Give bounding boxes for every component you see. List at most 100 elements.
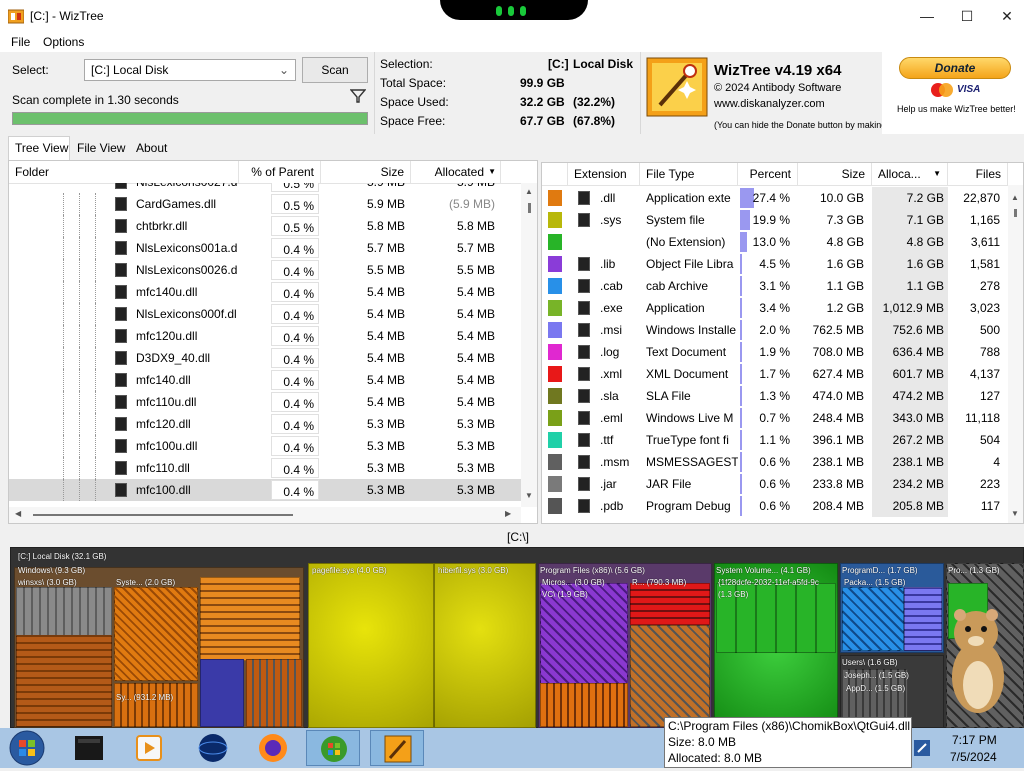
media-player-icon[interactable] — [122, 730, 176, 766]
scroll-up-icon[interactable]: ▲ — [1011, 193, 1019, 202]
table-row[interactable]: .log Text Document 1.9 % 708.0 MB 636.4 MB 78… — [542, 341, 1008, 363]
tree-vertical-scrollbar[interactable]: ▲ ▼ — [521, 183, 537, 507]
table-row[interactable]: .cab cab Archive 3.1 % 1.1 GB 1.1 GB 278 — [542, 275, 1008, 297]
col-ext-allocated[interactable]: Alloca... ▼ — [872, 163, 948, 185]
file-size: 5.9 MB — [366, 197, 405, 211]
treemap-system[interactable] — [114, 587, 198, 681]
table-row[interactable]: mfc140u.dll 0.4 % 5.4 MB 5.4 MB — [9, 281, 521, 303]
table-row[interactable]: .exe Application 3.4 % 1.2 GB 1,012.9 MB 3,02… — [542, 297, 1008, 319]
scroll-thumb[interactable] — [1014, 209, 1017, 217]
table-row[interactable]: .sla SLA File 1.3 % 474.0 MB 474.2 MB 127 — [542, 385, 1008, 407]
scroll-down-icon[interactable]: ▼ — [1011, 509, 1019, 518]
windows-explorer-icon[interactable] — [306, 730, 360, 766]
firefox-icon[interactable] — [246, 730, 300, 766]
scroll-left-icon[interactable]: ◀ — [15, 509, 21, 518]
treemap-mixed-block[interactable] — [246, 659, 302, 727]
treemap-sy[interactable] — [114, 683, 198, 727]
maximize-button[interactable]: ☐ — [952, 6, 982, 26]
scroll-thumb[interactable] — [528, 203, 531, 213]
ext-vertical-scrollbar[interactable]: ▲ ▼ — [1008, 185, 1023, 523]
treemap-packa[interactable] — [842, 587, 904, 651]
col-size[interactable]: Size — [321, 161, 411, 183]
percent: 1.7 % — [759, 367, 790, 381]
treemap-pd-sub[interactable] — [904, 587, 942, 651]
wiztree-taskbar-icon[interactable] — [370, 730, 424, 766]
col-allocated[interactable]: Allocated ▼ — [411, 161, 501, 183]
table-row[interactable]: mfc140.dll 0.4 % 5.4 MB 5.4 MB — [9, 369, 521, 391]
table-row[interactable]: NlsLexicons0026.d 0.4 % 5.5 MB 5.5 MB — [9, 259, 521, 281]
table-row[interactable]: .msm MSMESSAGESTC 0.6 % 238.1 MB 238.1 MB 4 — [542, 451, 1008, 473]
treemap-hiberfil[interactable] — [434, 563, 536, 728]
table-row[interactable]: D3DX9_40.dll 0.4 % 5.4 MB 5.4 MB — [9, 347, 521, 369]
table-row[interactable]: .ttf TrueType font fi 1.1 % 396.1 MB 267.2 M… — [542, 429, 1008, 451]
table-row[interactable]: .dll Application exte 27.4 % 10.0 GB 7.2 GB 2… — [542, 187, 1008, 209]
treemap-pagefile[interactable] — [308, 563, 434, 728]
table-row[interactable]: NlsLexicons001a.d 0.4 % 5.7 MB 5.7 MB — [9, 237, 521, 259]
treemap-r[interactable] — [630, 583, 710, 625]
filter-icon[interactable] — [349, 88, 367, 104]
col-percent[interactable]: Percent — [738, 163, 798, 185]
visa-icon: VISA — [957, 84, 981, 95]
table-row[interactable]: .eml Windows Live M 0.7 % 248.4 MB 343.0 MB 1… — [542, 407, 1008, 429]
table-row[interactable]: (No Extension) 13.0 % 4.8 GB 4.8 GB 3,611 — [542, 231, 1008, 253]
tab-about[interactable]: About — [136, 141, 167, 155]
table-row[interactable]: .sys System file 19.9 % 7.3 GB 7.1 GB 1,165 — [542, 209, 1008, 231]
file-size: 5.7 MB — [366, 241, 405, 255]
table-row[interactable]: .msi Windows Installe 2.0 % 762.5 MB 752.6 M… — [542, 319, 1008, 341]
taskbar-app-icon[interactable] — [62, 730, 116, 766]
table-row[interactable]: mfc100.dll 0.4 % 5.3 MB 5.3 MB — [9, 479, 521, 501]
treemap-pf-orange[interactable] — [540, 683, 628, 727]
hscroll-thumb[interactable] — [33, 514, 293, 516]
table-row[interactable]: mfc110.dll 0.4 % 5.3 MB 5.3 MB — [9, 457, 521, 479]
table-row[interactable]: mfc120u.dll 0.4 % 5.4 MB 5.4 MB — [9, 325, 521, 347]
website-link[interactable]: www.diskanalyzer.com — [714, 98, 825, 110]
table-row[interactable]: CardGames.dll 0.5 % 5.9 MB (5.9 MB) — [9, 193, 521, 215]
treemap-winsxs-sub[interactable] — [16, 635, 112, 727]
tree-horizontal-scrollbar[interactable]: ◀ ▶ — [9, 507, 521, 523]
table-row[interactable]: .pdb Program Debug 0.6 % 208.4 MB 205.8 MB 11… — [542, 495, 1008, 517]
scroll-up-icon[interactable]: ▲ — [525, 187, 533, 196]
table-row[interactable]: .xml XML Document 1.7 % 627.4 MB 601.7 MB 4,1… — [542, 363, 1008, 385]
menu-options[interactable]: Options — [43, 35, 84, 49]
scroll-down-icon[interactable]: ▼ — [525, 491, 533, 500]
file-allocated: 5.7 MB — [456, 241, 495, 255]
file-count: 500 — [979, 323, 1000, 337]
table-row[interactable]: chtbrkr.dll 0.5 % 5.8 MB 5.8 MB — [9, 215, 521, 237]
tab-file-view[interactable]: File View — [77, 141, 125, 155]
network-tray-icon[interactable] — [910, 736, 934, 760]
treemap-blue-block[interactable] — [200, 659, 244, 727]
table-row[interactable]: mfc120.dll 0.4 % 5.3 MB 5.3 MB — [9, 413, 521, 435]
tab-tree-view[interactable]: Tree View — [8, 136, 70, 160]
percent: 2.0 % — [759, 323, 790, 337]
menu-file[interactable]: File — [11, 35, 30, 49]
drive-select[interactable]: [C:] Local Disk ⌄ — [84, 59, 296, 81]
close-button[interactable]: ✕ — [992, 6, 1022, 26]
minimize-button[interactable]: ― — [912, 6, 942, 26]
table-row[interactable]: NlsLexicons0027.d 0.5 % 5.9 MB 5.9 MB — [9, 183, 521, 193]
treemap-windows-block[interactable] — [200, 577, 300, 661]
col-file-type[interactable]: File Type — [640, 163, 738, 185]
color-swatch — [548, 322, 562, 338]
file-type: Application — [646, 301, 705, 315]
clock-date[interactable]: 7/5/2024 — [950, 750, 997, 764]
clock-time[interactable]: 7:17 PM — [952, 733, 997, 747]
table-row[interactable]: .jar JAR File 0.6 % 233.8 MB 234.2 MB 223 — [542, 473, 1008, 495]
table-row[interactable]: mfc110u.dll 0.4 % 5.4 MB 5.4 MB — [9, 391, 521, 413]
scroll-right-icon[interactable]: ▶ — [505, 509, 511, 518]
file-name: D3DX9_40.dll — [136, 351, 211, 365]
col-files[interactable]: Files — [948, 163, 1008, 185]
table-row[interactable]: .lib Object File Libra 4.5 % 1.6 GB 1.6 GB 1,… — [542, 253, 1008, 275]
table-row[interactable]: NlsLexicons000f.dl 0.4 % 5.4 MB 5.4 MB — [9, 303, 521, 325]
col-ext-size[interactable]: Size — [798, 163, 872, 185]
col-pct-parent[interactable]: % of Parent — [239, 161, 321, 183]
treemap-pf-mixed[interactable] — [630, 625, 710, 727]
globe-icon[interactable] — [186, 730, 240, 766]
cab-icon — [578, 279, 590, 293]
donate-button[interactable]: Donate — [899, 57, 1011, 79]
start-button[interactable] — [2, 728, 52, 768]
table-row[interactable]: mfc100u.dll 0.4 % 5.3 MB 5.3 MB — [9, 435, 521, 457]
col-extension[interactable]: Extension — [568, 163, 640, 185]
col-folder[interactable]: Folder — [9, 161, 239, 183]
scan-button[interactable]: Scan — [302, 57, 368, 83]
disk-treemap[interactable]: [C:] Local Disk (32.1 GB) Windows\ (9.3 … — [10, 547, 1024, 728]
